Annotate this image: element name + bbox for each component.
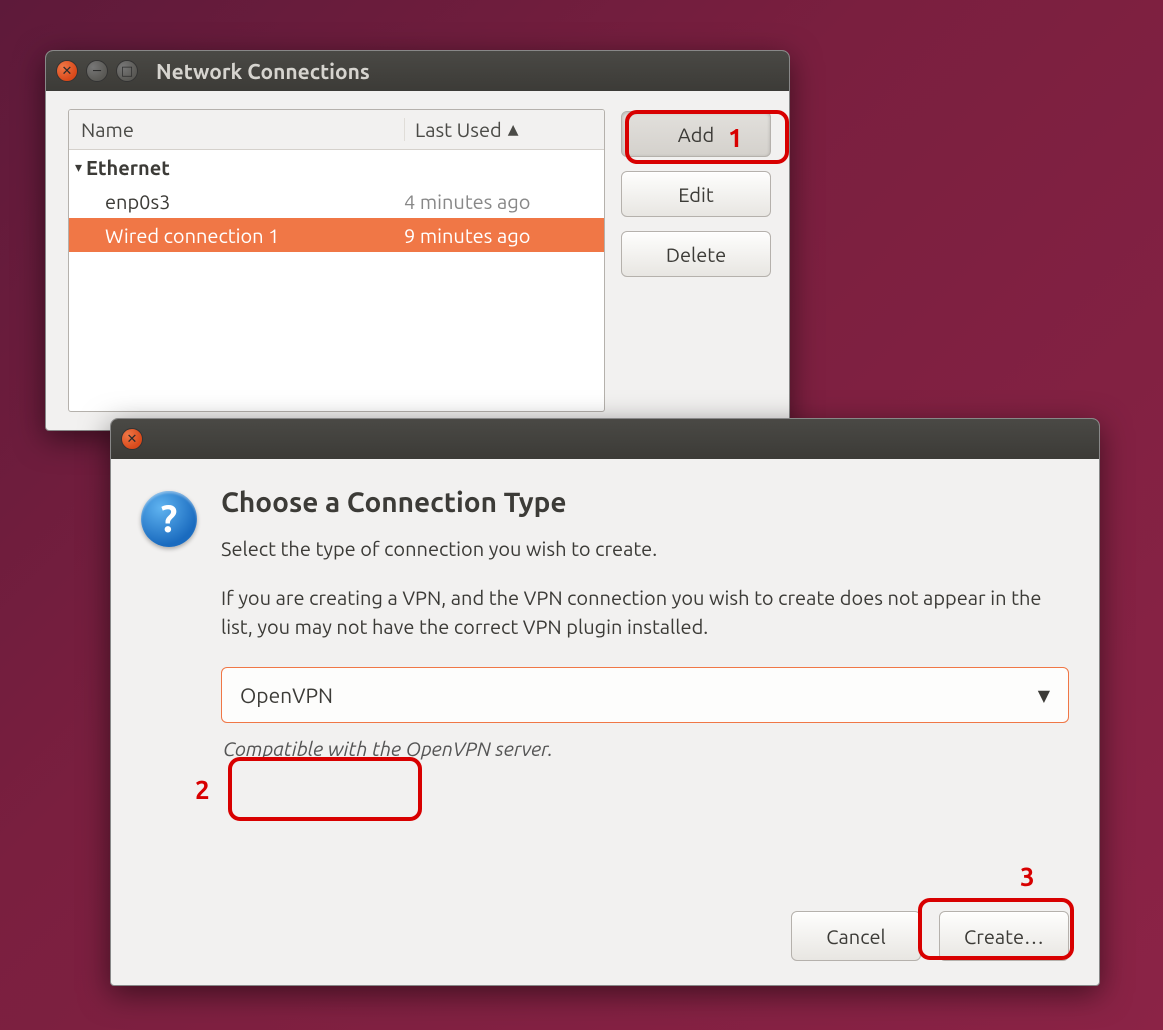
sidebar-buttons: Add Edit Delete — [621, 109, 771, 412]
titlebar[interactable]: ✕ — [111, 419, 1099, 459]
create-button[interactable]: Create… — [939, 911, 1069, 961]
sort-ascending-icon: ▲ — [508, 121, 519, 138]
maximize-icon[interactable]: □ — [116, 60, 138, 82]
close-icon[interactable]: ✕ — [56, 60, 78, 82]
dropdown-selected-value: OpenVPN — [240, 683, 333, 707]
table-row[interactable]: enp0s3 4 minutes ago — [69, 184, 604, 218]
group-label: Ethernet — [86, 156, 170, 179]
question-icon: ? — [141, 491, 197, 547]
chevron-down-icon: ▼ — [1038, 686, 1050, 705]
minimize-icon[interactable]: ─ — [86, 60, 108, 82]
connection-name: enp0s3 — [69, 190, 404, 213]
edit-button[interactable]: Edit — [621, 171, 771, 217]
table-header: Name Last Used ▲ — [69, 110, 604, 150]
group-ethernet[interactable]: ▾ Ethernet — [69, 150, 604, 184]
titlebar[interactable]: ✕ ─ □ Network Connections — [46, 51, 789, 91]
choose-connection-type-dialog: ✕ ? Choose a Connection Type Select the … — [110, 418, 1100, 986]
dropdown-hint: Compatible with the OpenVPN server. — [223, 737, 1069, 760]
connections-table: Name Last Used ▲ ▾ Ethernet enp0s3 4 min… — [68, 109, 605, 412]
column-name[interactable]: Name — [69, 118, 404, 141]
dialog-text-1: Select the type of connection you wish t… — [221, 534, 1069, 563]
connection-name: Wired connection 1 — [69, 224, 404, 247]
column-last-used-label: Last Used — [415, 118, 502, 141]
connection-last-used: 9 minutes ago — [404, 224, 604, 247]
dialog-heading: Choose a Connection Type — [221, 487, 1069, 518]
column-last-used[interactable]: Last Used ▲ — [404, 118, 604, 141]
delete-button[interactable]: Delete — [621, 231, 771, 277]
cancel-button[interactable]: Cancel — [791, 911, 921, 961]
table-row[interactable]: Wired connection 1 9 minutes ago — [69, 218, 604, 252]
close-icon[interactable]: ✕ — [121, 428, 143, 450]
add-button[interactable]: Add — [621, 111, 771, 157]
dialog-text-2: If you are creating a VPN, and the VPN c… — [221, 583, 1069, 641]
network-connections-window: ✕ ─ □ Network Connections Name Last Used… — [45, 50, 790, 431]
chevron-down-icon: ▾ — [75, 159, 82, 176]
window-title: Network Connections — [156, 59, 370, 83]
connection-last-used: 4 minutes ago — [404, 190, 604, 213]
connection-type-dropdown[interactable]: OpenVPN ▼ — [221, 667, 1069, 723]
